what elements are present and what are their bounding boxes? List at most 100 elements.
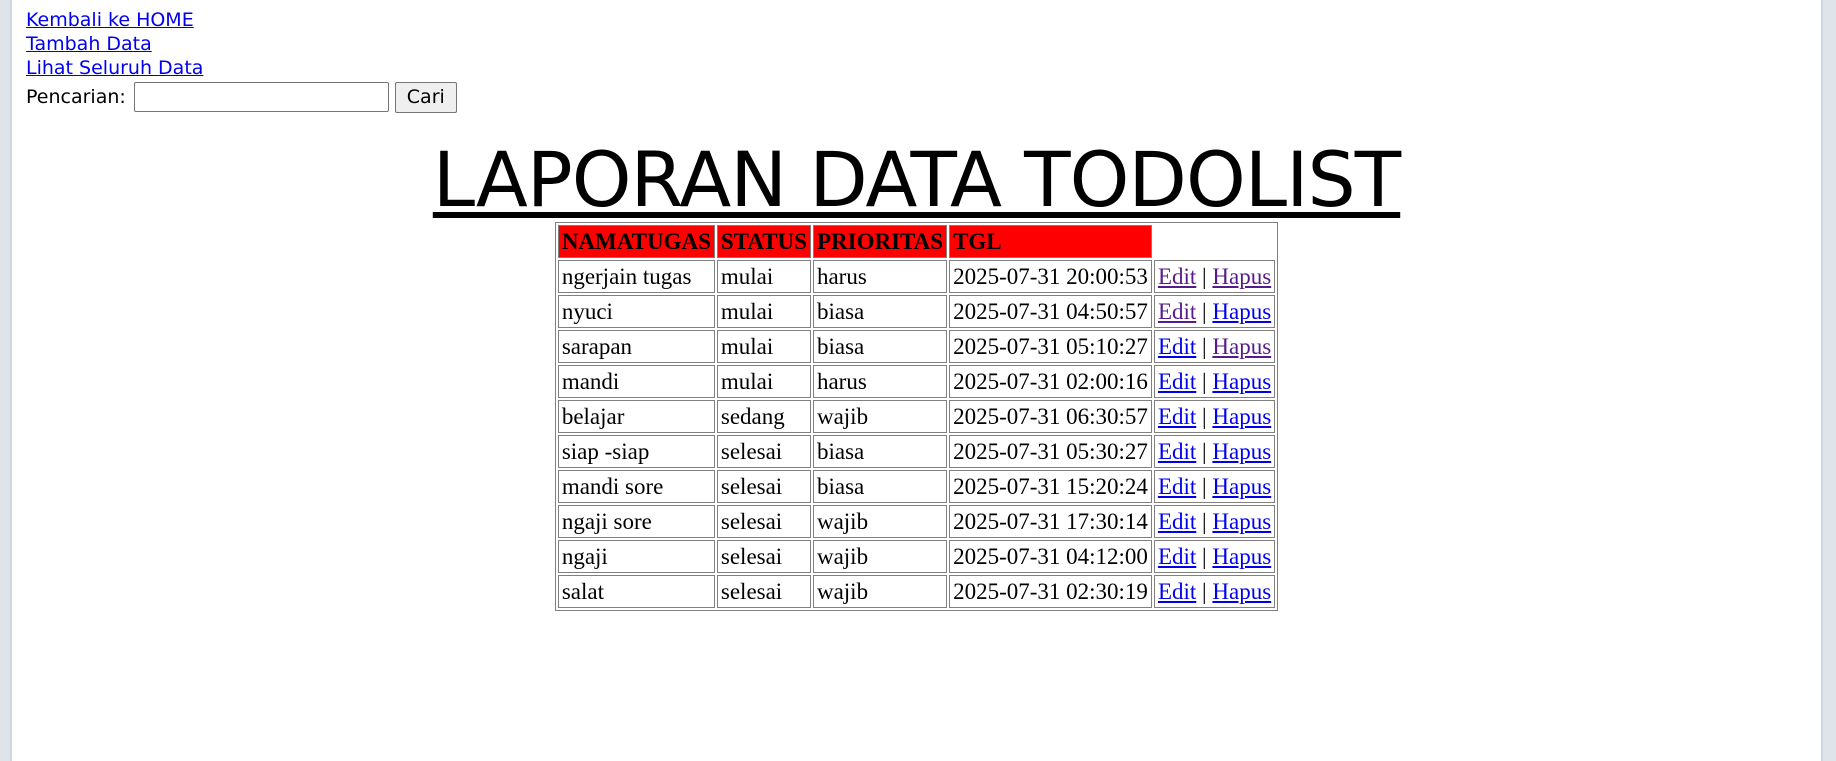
table-row: ngaji sore selesai wajib 2025-07-31 17:30:1… <box>557 505 1276 538</box>
action-separator: | <box>1202 298 1207 324</box>
page-frame: Kembali ke HOME Tambah Data Lihat Seluru… <box>10 0 1823 761</box>
edit-link[interactable]: Edit <box>1158 404 1196 429</box>
page-content: Kembali ke HOME Tambah Data Lihat Seluru… <box>26 8 1821 114</box>
cell-actions: Edit | Hapus <box>1153 260 1276 293</box>
cell-actions: Edit | Hapus <box>1153 575 1276 608</box>
table-row: siap -siap selesai biasa 2025-07-31 05:30:2… <box>557 435 1276 468</box>
cell-tgl: 2025-07-31 02:30:19 <box>949 575 1152 608</box>
table-row: sarapan mulai biasa 2025-07-31 05:10:27 Edit… <box>557 330 1276 363</box>
cell-prioritas: harus <box>812 260 948 293</box>
header-prioritas: PRIORITAS <box>812 225 948 258</box>
cell-namatugas: mandi <box>557 365 715 398</box>
cell-actions: Edit | Hapus <box>1153 435 1276 468</box>
delete-link[interactable]: Hapus <box>1212 369 1271 394</box>
search-form: Pencarian: Cari <box>26 80 1821 114</box>
page-title: LAPORAN DATA TODOLIST <box>432 135 1401 224</box>
delete-link[interactable]: Hapus <box>1212 439 1271 464</box>
delete-link[interactable]: Hapus <box>1212 544 1271 569</box>
cell-status: selesai <box>716 540 811 573</box>
cell-tgl: 2025-07-31 05:30:27 <box>949 435 1152 468</box>
cell-prioritas: biasa <box>812 330 948 363</box>
delete-link[interactable]: Hapus <box>1212 509 1271 534</box>
action-separator: | <box>1202 263 1207 289</box>
cell-status: selesai <box>716 575 811 608</box>
cell-actions: Edit | Hapus <box>1153 295 1276 328</box>
delete-link[interactable]: Hapus <box>1212 264 1271 289</box>
search-button[interactable]: Cari <box>394 81 457 113</box>
edit-link[interactable]: Edit <box>1158 439 1196 464</box>
cell-prioritas: wajib <box>812 505 948 538</box>
table-row: nyuci mulai biasa 2025-07-31 04:50:57 Edit |… <box>557 295 1276 328</box>
edit-link[interactable]: Edit <box>1158 334 1196 359</box>
delete-link[interactable]: Hapus <box>1212 299 1271 324</box>
action-separator: | <box>1202 403 1207 429</box>
edit-link[interactable]: Edit <box>1158 579 1196 604</box>
table-row: mandi sore selesai biasa 2025-07-31 15:20:2… <box>557 470 1276 503</box>
cell-actions: Edit | Hapus <box>1153 400 1276 433</box>
cell-namatugas: sarapan <box>557 330 715 363</box>
cell-prioritas: wajib <box>812 400 948 433</box>
cell-tgl: 2025-07-31 05:10:27 <box>949 330 1152 363</box>
table-row: mandi mulai harus 2025-07-31 02:00:16 Edit |… <box>557 365 1276 398</box>
table-body: ngerjain tugas mulai harus 2025-07-31 20:00… <box>557 260 1276 608</box>
edit-link[interactable]: Edit <box>1158 544 1196 569</box>
search-input[interactable] <box>133 82 389 112</box>
table-row: ngerjain tugas mulai harus 2025-07-31 20:00… <box>557 260 1276 293</box>
table-row: ngaji selesai wajib 2025-07-31 04:12:00 Edit… <box>557 540 1276 573</box>
cell-status: sedang <box>716 400 811 433</box>
cell-actions: Edit | Hapus <box>1153 330 1276 363</box>
header-status: STATUS <box>716 225 811 258</box>
cell-prioritas: wajib <box>812 575 948 608</box>
cell-actions: Edit | Hapus <box>1153 505 1276 538</box>
cell-tgl: 2025-07-31 04:12:00 <box>949 540 1152 573</box>
cell-tgl: 2025-07-31 17:30:14 <box>949 505 1152 538</box>
header-tgl: TGL <box>949 225 1152 258</box>
delete-link[interactable]: Hapus <box>1212 404 1271 429</box>
delete-link[interactable]: Hapus <box>1212 474 1271 499</box>
table-row: belajar sedang wajib 2025-07-31 06:30:57 Edi… <box>557 400 1276 433</box>
cell-actions: Edit | Hapus <box>1153 540 1276 573</box>
cell-tgl: 2025-07-31 06:30:57 <box>949 400 1152 433</box>
nav-links: Kembali ke HOME Tambah Data Lihat Seluru… <box>26 8 1821 80</box>
cell-namatugas: ngaji sore <box>557 505 715 538</box>
cell-tgl: 2025-07-31 20:00:53 <box>949 260 1152 293</box>
cell-status: mulai <box>716 260 811 293</box>
cell-namatugas: ngaji <box>557 540 715 573</box>
cell-prioritas: biasa <box>812 470 948 503</box>
add-data-link[interactable]: Tambah Data <box>26 32 1821 56</box>
header-actions <box>1154 225 1275 258</box>
cell-status: selesai <box>716 470 811 503</box>
action-separator: | <box>1202 333 1207 359</box>
cell-namatugas: belajar <box>557 400 715 433</box>
cell-status: mulai <box>716 365 811 398</box>
edit-link[interactable]: Edit <box>1158 369 1196 394</box>
edit-link[interactable]: Edit <box>1158 474 1196 499</box>
home-link[interactable]: Kembali ke HOME <box>26 8 1821 32</box>
delete-link[interactable]: Hapus <box>1212 334 1271 359</box>
edit-link[interactable]: Edit <box>1158 264 1196 289</box>
search-label: Pencarian: <box>26 86 126 108</box>
table-row: salat selesai wajib 2025-07-31 02:30:19 Edit… <box>557 575 1276 608</box>
cell-namatugas: mandi sore <box>557 470 715 503</box>
action-separator: | <box>1202 508 1207 534</box>
view-all-link[interactable]: Lihat Seluruh Data <box>26 56 1821 80</box>
edit-link[interactable]: Edit <box>1158 509 1196 534</box>
header-namatugas: NAMATUGAS <box>557 225 715 258</box>
cell-prioritas: wajib <box>812 540 948 573</box>
edit-link[interactable]: Edit <box>1158 299 1196 324</box>
todolist-table: NAMATUGAS STATUS PRIORITAS TGL ngerjain … <box>554 222 1279 611</box>
cell-prioritas: biasa <box>812 295 948 328</box>
table-header-row: NAMATUGAS STATUS PRIORITAS TGL <box>557 225 1275 258</box>
action-separator: | <box>1202 368 1207 394</box>
cell-prioritas: biasa <box>812 435 948 468</box>
cell-status: selesai <box>716 505 811 538</box>
cell-tgl: 2025-07-31 04:50:57 <box>949 295 1152 328</box>
action-separator: | <box>1202 473 1207 499</box>
action-separator: | <box>1202 438 1207 464</box>
delete-link[interactable]: Hapus <box>1212 579 1271 604</box>
cell-actions: Edit | Hapus <box>1153 470 1276 503</box>
table-wrapper: NAMATUGAS STATUS PRIORITAS TGL ngerjain … <box>12 222 1821 611</box>
cell-namatugas: nyuci <box>557 295 715 328</box>
cell-namatugas: siap -siap <box>557 435 715 468</box>
cell-tgl: 2025-07-31 15:20:24 <box>949 470 1152 503</box>
